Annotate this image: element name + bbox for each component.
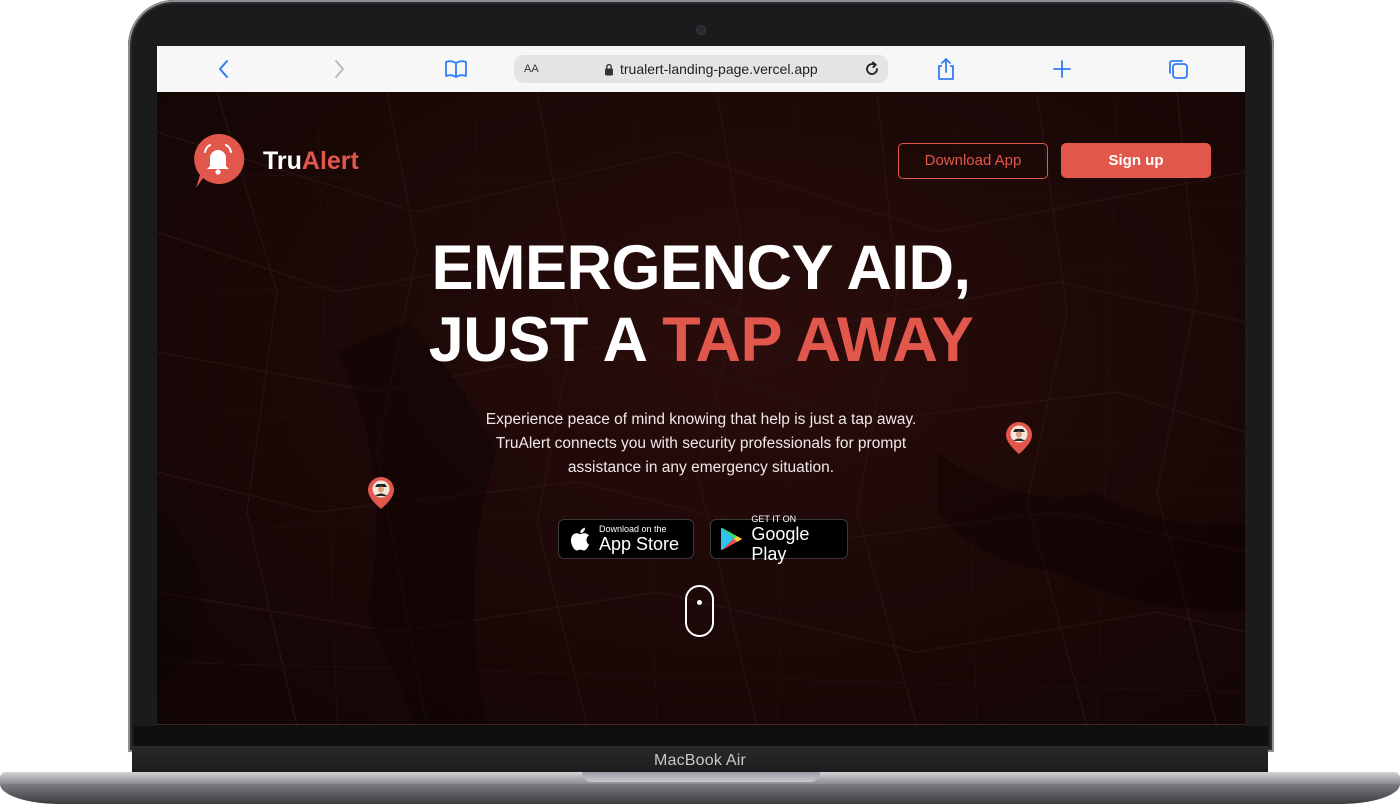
headline-line-2-plain: JUST A xyxy=(428,305,663,375)
bookmarks-button[interactable] xyxy=(436,46,476,92)
app-store-big-text: App Store xyxy=(599,534,680,554)
laptop-base: MacBook Air xyxy=(0,746,1400,804)
share-icon xyxy=(938,58,954,80)
headline-line-2-accent: TAP AWAY xyxy=(662,305,974,375)
brand-name-alert: Alert xyxy=(301,146,359,175)
subtext-line-1: Experience peace of mind knowing that he… xyxy=(485,411,917,428)
brand-name-tru: Tru xyxy=(263,146,302,175)
book-icon xyxy=(445,60,467,78)
hero-headline: EMERGENCY AID, JUST A TAP AWAY xyxy=(157,232,1245,376)
base-bottom-edge xyxy=(0,784,1400,804)
subtext-line-2: TruAlert connects you with security prof… xyxy=(495,435,907,452)
headline-line-1: EMERGENCY AID, xyxy=(431,233,971,303)
app-store-button[interactable]: Download on the App Store xyxy=(558,519,694,559)
back-button[interactable] xyxy=(204,46,244,92)
tabs-overview-button[interactable] xyxy=(1158,46,1198,92)
scroll-wheel-dot xyxy=(697,600,702,605)
chevron-left-icon xyxy=(219,60,228,78)
google-play-big-text: Google Play xyxy=(751,524,810,564)
chevron-right-icon xyxy=(335,60,344,78)
screen: AA trualert-landing-page.vercel.app TruA… xyxy=(157,46,1245,726)
plus-icon xyxy=(1053,60,1071,78)
url-text: trualert-landing-page.vercel.app xyxy=(620,61,818,77)
lock-icon xyxy=(605,63,613,76)
scroll-down-indicator[interactable] xyxy=(685,585,714,637)
webcam xyxy=(697,26,705,34)
apple-icon xyxy=(570,527,589,551)
app-store-small-text: Download on the xyxy=(599,524,667,534)
hero-section: TruAlert Download App Sign up EMERGENCY … xyxy=(157,92,1245,726)
browser-toolbar: AA trualert-landing-page.vercel.app xyxy=(157,46,1245,93)
device-label: MacBook Air xyxy=(653,752,746,769)
google-play-small-text: GET IT ON xyxy=(751,514,797,524)
google-play-label: GET IT ON Google Play xyxy=(751,514,847,564)
download-app-button[interactable]: Download App xyxy=(898,143,1048,179)
text-size-button[interactable]: AA xyxy=(524,55,539,83)
brand-logo[interactable]: TruAlert xyxy=(191,132,359,190)
tabs-icon xyxy=(1169,60,1188,79)
google-play-button[interactable]: GET IT ON Google Play xyxy=(710,514,848,564)
subtext-line-3: assistance in any emergency situation. xyxy=(567,459,835,476)
address-bar[interactable]: AA trualert-landing-page.vercel.app xyxy=(514,55,888,83)
reload-icon[interactable] xyxy=(862,59,882,79)
section-divider xyxy=(157,724,1245,725)
hero-subtext: Experience peace of mind knowing that he… xyxy=(451,408,951,480)
bell-icon xyxy=(194,133,245,188)
forward-button[interactable] xyxy=(319,46,359,92)
app-store-label: Download on the App Store xyxy=(599,524,679,554)
google-play-icon xyxy=(720,527,742,551)
map-pin-guard-right[interactable] xyxy=(1005,421,1033,455)
brand-name: TruAlert xyxy=(263,147,359,176)
sign-up-button[interactable]: Sign up xyxy=(1061,143,1211,178)
headline-line-2: JUST A TAP AWAY xyxy=(157,304,1245,376)
share-button[interactable] xyxy=(926,46,966,92)
new-tab-button[interactable] xyxy=(1042,46,1082,92)
base-thumb-notch xyxy=(582,772,820,782)
map-pin-guard-left[interactable] xyxy=(367,476,395,510)
